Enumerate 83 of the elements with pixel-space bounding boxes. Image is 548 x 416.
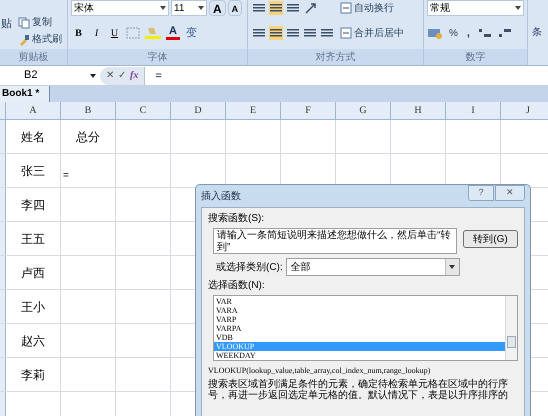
caret-icon[interactable]: [515, 6, 521, 10]
category-select[interactable]: 全部: [286, 258, 460, 276]
decrease-decimal-icon[interactable]: [496, 26, 513, 40]
ribbon-button[interactable]: 条: [532, 25, 542, 40]
percent-button[interactable]: %: [447, 26, 460, 40]
function-item[interactable]: VARA: [214, 306, 505, 315]
workbook-tab[interactable]: Book1 *: [0, 86, 50, 102]
group-label: 剪贴板: [0, 49, 67, 65]
copy-icon[interactable]: [18, 16, 30, 28]
field-label: 或选择类别(C):: [216, 260, 283, 274]
cancel-button[interactable]: ✕: [106, 68, 114, 83]
function-list[interactable]: VAR VARA VARP VARPA VDB VLOOKUP WEEKDAY: [213, 295, 518, 361]
go-button[interactable]: 转到(G): [462, 230, 518, 248]
function-item[interactable]: WEEKDAY: [214, 351, 505, 360]
table-cell: 王小: [6, 290, 61, 323]
paste-button[interactable]: 贴: [0, 0, 18, 49]
font-select[interactable]: 宋体: [71, 0, 169, 16]
column-header[interactable]: I: [446, 102, 501, 119]
function-signature: VLOOKUP(lookup_value,table_array,col_index_num,range_lookup): [208, 365, 432, 377]
column-header[interactable]: G: [336, 102, 391, 119]
table-cell: 姓名: [6, 120, 61, 153]
group-label: 对齐方式: [248, 49, 423, 65]
search-field[interactable]: 请输入一条简短说明来描述您想做什么，然后单击“转到”: [213, 228, 457, 254]
shrink-font-button[interactable]: A: [228, 0, 242, 16]
column-header[interactable]: C: [116, 102, 171, 119]
table-cell: 赵六: [6, 324, 61, 357]
currency-icon[interactable]: [427, 26, 443, 40]
column-header[interactable]: E: [226, 102, 281, 119]
close-button[interactable]: ✕: [495, 185, 525, 201]
grow-font-button[interactable]: A: [209, 0, 226, 16]
enter-button[interactable]: ✓: [118, 68, 126, 83]
table-cell: 张三: [6, 154, 61, 187]
group-label: 字体: [68, 49, 247, 65]
style-button[interactable]: B: [71, 25, 86, 41]
caret-icon[interactable]: [90, 74, 96, 78]
table-cell: 李四: [6, 188, 61, 221]
table-cell: 王五: [6, 222, 61, 255]
name-box[interactable]: B2: [0, 66, 100, 85]
field-label: 搜索函数(S):: [208, 212, 266, 226]
caret-icon[interactable]: [198, 6, 204, 10]
table-cell: 李莉: [6, 358, 61, 391]
function-item[interactable]: VARPA: [214, 324, 505, 333]
column-header[interactable]: A: [6, 102, 61, 119]
dialog-title: 插入函数: [201, 190, 241, 204]
function-item[interactable]: VAR: [214, 297, 505, 306]
merge-center-button[interactable]: 合并后居中: [340, 25, 404, 41]
caret-icon[interactable]: [449, 265, 456, 269]
table-cell: 总分: [61, 120, 116, 153]
ribbon-button[interactable]: 格式刷: [18, 32, 62, 47]
caret-icon[interactable]: [160, 6, 166, 10]
size-select[interactable]: 11: [171, 0, 207, 16]
style-button[interactable]: I: [89, 25, 104, 41]
align-center-icon[interactable]: [269, 26, 283, 40]
scroll-thumb[interactable]: [507, 336, 516, 348]
scrollbar[interactable]: [505, 296, 517, 360]
function-description: 搜索表区域首列满足条件的元素，确定待检索单元格在区域中的行序号，再进一步返回选定单元格的值。默认情况下，表是以升序排序的: [208, 379, 509, 401]
column-header[interactable]: F: [281, 102, 336, 119]
comma-button[interactable]: ,: [464, 24, 473, 42]
table-cell: =: [61, 154, 116, 187]
column-header[interactable]: D: [171, 102, 226, 119]
column-header[interactable]: B: [61, 102, 116, 119]
ribbon-button[interactable]: 复制: [18, 15, 62, 30]
increase-decimal-icon[interactable]: [476, 26, 493, 40]
function-item[interactable]: VARP: [214, 315, 505, 324]
merge-icon[interactable]: [340, 27, 352, 39]
field-label: 选择函数(N):: [208, 278, 266, 293]
group-label: 数字: [424, 49, 527, 65]
help-button[interactable]: ?: [468, 185, 494, 201]
table-cell: 卢西: [6, 256, 61, 289]
insert-function-button[interactable]: fx: [130, 68, 138, 83]
number-format-select[interactable]: 常规: [427, 0, 524, 16]
column-header[interactable]: H: [391, 102, 446, 119]
phonetic-button[interactable]: 变: [184, 24, 199, 42]
fill-color-icon[interactable]: [144, 26, 162, 40]
align-middle-icon[interactable]: [269, 1, 283, 15]
font-color-button[interactable]: A: [165, 25, 181, 41]
function-item[interactable]: VDB: [214, 333, 505, 342]
wrap-text-button[interactable]: 自动换行: [340, 0, 404, 16]
style-button[interactable]: U: [107, 25, 122, 41]
formula-field[interactable]: =: [145, 66, 548, 85]
brush-icon[interactable]: [18, 34, 30, 46]
wrap-icon[interactable]: [340, 2, 352, 14]
column-header[interactable]: J: [501, 102, 548, 119]
